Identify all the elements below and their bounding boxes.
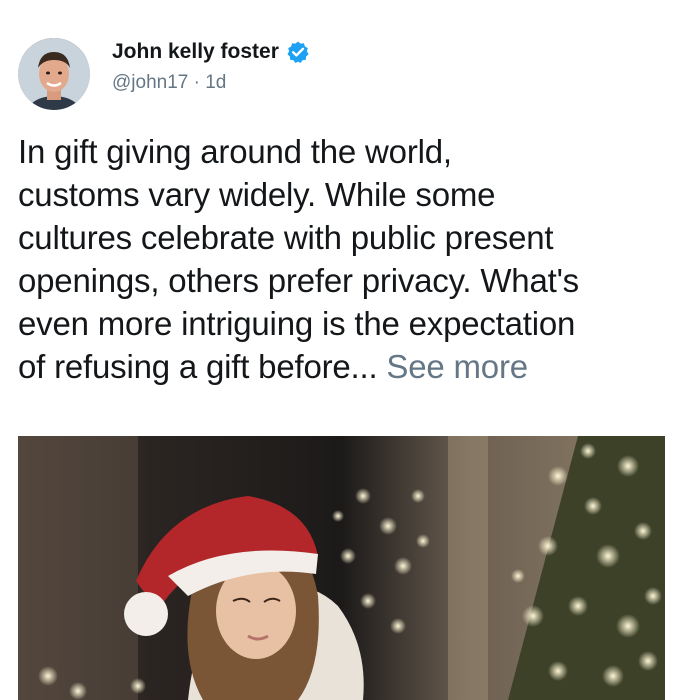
- see-more-link[interactable]: See more: [386, 348, 528, 385]
- author-meta: @john17 · 1d: [112, 72, 226, 94]
- meta-separator: ·: [188, 72, 206, 93]
- verified-badge-icon: [286, 40, 310, 64]
- christmas-photo: [18, 436, 665, 700]
- author-handle[interactable]: @john17: [112, 72, 188, 93]
- post-text-last-line: of refusing a gift before... See more: [18, 345, 690, 388]
- post-text-line: cultures celebrate with public present: [18, 219, 554, 256]
- post-body: In gift giving around the world, customs…: [18, 130, 690, 388]
- author-name-row: John kelly foster: [112, 40, 310, 64]
- post-media-image[interactable]: [18, 436, 665, 700]
- author-display-name[interactable]: John kelly foster: [112, 40, 279, 64]
- post-text-line: even more intriguing is the expectation: [18, 305, 576, 342]
- avatar-image: [18, 38, 90, 110]
- post-text-line: customs vary widely. While some: [18, 176, 496, 213]
- post-text-line: openings, others prefer privacy. What's: [18, 262, 579, 299]
- post-text-line: of refusing a gift before...: [18, 348, 378, 385]
- author-avatar[interactable]: [18, 38, 90, 110]
- post-timestamp[interactable]: 1d: [205, 72, 226, 93]
- post-text-line: In gift giving around the world,: [18, 133, 452, 170]
